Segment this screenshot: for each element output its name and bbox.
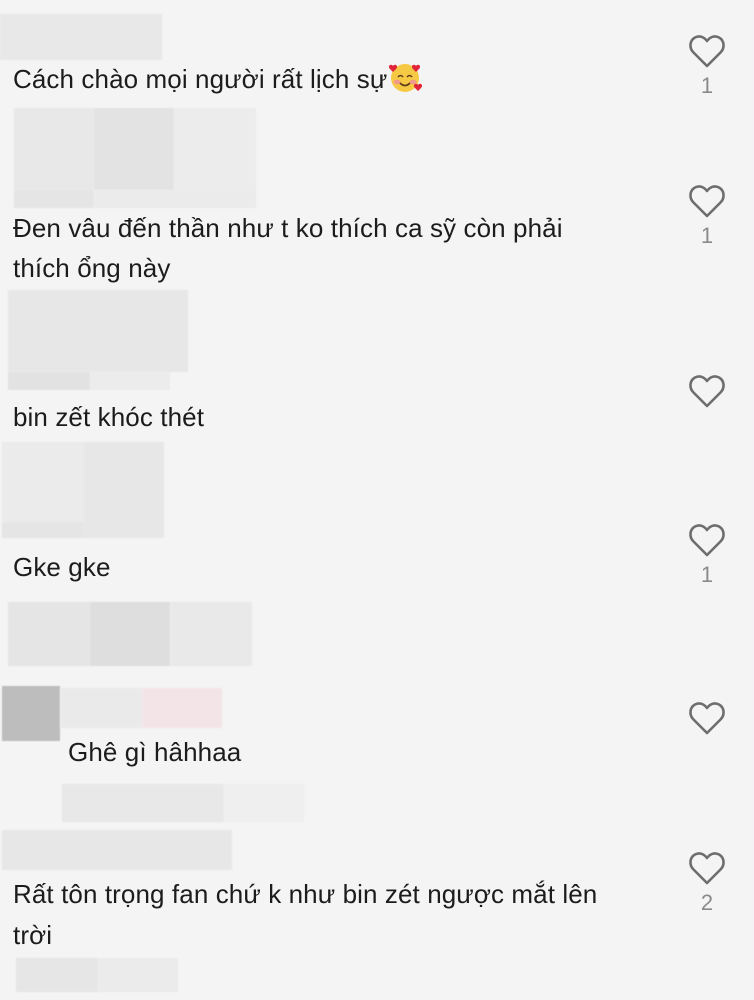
redacted-username	[94, 108, 174, 190]
redacted-avatar	[2, 442, 84, 522]
like-button[interactable]: 1	[682, 522, 732, 588]
redacted-username	[174, 108, 256, 190]
redacted-username	[98, 958, 178, 992]
comment-text: Ghê gì hâhhaa	[68, 733, 241, 772]
smiling-face-with-hearts-icon	[389, 64, 423, 92]
redacted-username	[90, 602, 170, 666]
like-button[interactable]: 2	[682, 850, 732, 916]
comment-text: thích ổng này	[13, 249, 170, 288]
redacted-username	[62, 784, 224, 822]
redacted-username	[14, 190, 94, 208]
comment-text: Gke gke	[13, 548, 111, 587]
redacted-username	[2, 830, 232, 870]
like-count: 2	[700, 890, 714, 915]
comment-text: Đen vâu đến thần như t ko thích ca sỹ cò…	[13, 209, 563, 248]
comment-text: bin zết khóc thét	[13, 398, 204, 437]
like-button[interactable]: 1	[682, 33, 732, 99]
redacted-username	[8, 372, 90, 390]
comment-text-line: thích ổng này	[13, 253, 171, 283]
redacted-username	[84, 442, 164, 538]
comment-text: trời	[13, 916, 52, 955]
redacted-avatar	[8, 290, 188, 372]
heart-outline-icon	[689, 702, 725, 735]
like-button[interactable]	[682, 700, 732, 740]
heart-outline-icon	[689, 35, 725, 68]
redacted-username	[170, 602, 252, 666]
heart-outline-icon	[689, 524, 725, 557]
reply-text-content: Ghê gì hâhhaa	[68, 737, 242, 767]
heart-outline-icon	[689, 375, 725, 408]
heart-outline-icon	[689, 852, 725, 885]
comment-text-line: Rất tôn trọng fan chứ k như bin zét ngượ…	[13, 879, 598, 909]
redacted-avatar	[14, 108, 94, 190]
comment-text: Cách chào mọi người rất lịch sự	[13, 60, 423, 99]
like-button[interactable]	[682, 373, 732, 413]
like-count: 1	[700, 223, 714, 248]
redacted-username	[0, 14, 162, 60]
redacted-avatar	[2, 686, 60, 741]
redacted-username	[60, 688, 142, 728]
redacted-username	[224, 784, 304, 822]
heart-outline-icon	[689, 185, 725, 218]
comment-text: Rất tôn trọng fan chứ k như bin zét ngượ…	[13, 875, 597, 914]
like-count: 1	[700, 73, 714, 98]
redacted-avatar	[8, 602, 90, 666]
comment-text-content: Gke gke	[13, 552, 111, 582]
comment-text-line: trời	[13, 920, 53, 950]
comment-text-content: bin zết khóc thét	[13, 402, 205, 432]
redacted-username	[2, 522, 84, 538]
like-button[interactable]: 1	[682, 183, 732, 249]
like-count: 1	[700, 562, 714, 587]
redacted-username	[16, 958, 98, 992]
redacted-username	[90, 372, 170, 390]
redacted-username	[142, 688, 222, 728]
redacted-username	[94, 190, 256, 208]
comment-text-line: Đen vâu đến thần như t ko thích ca sỹ cò…	[13, 213, 563, 243]
comment-text-content: Cách chào mọi người rất lịch sự	[13, 64, 388, 94]
